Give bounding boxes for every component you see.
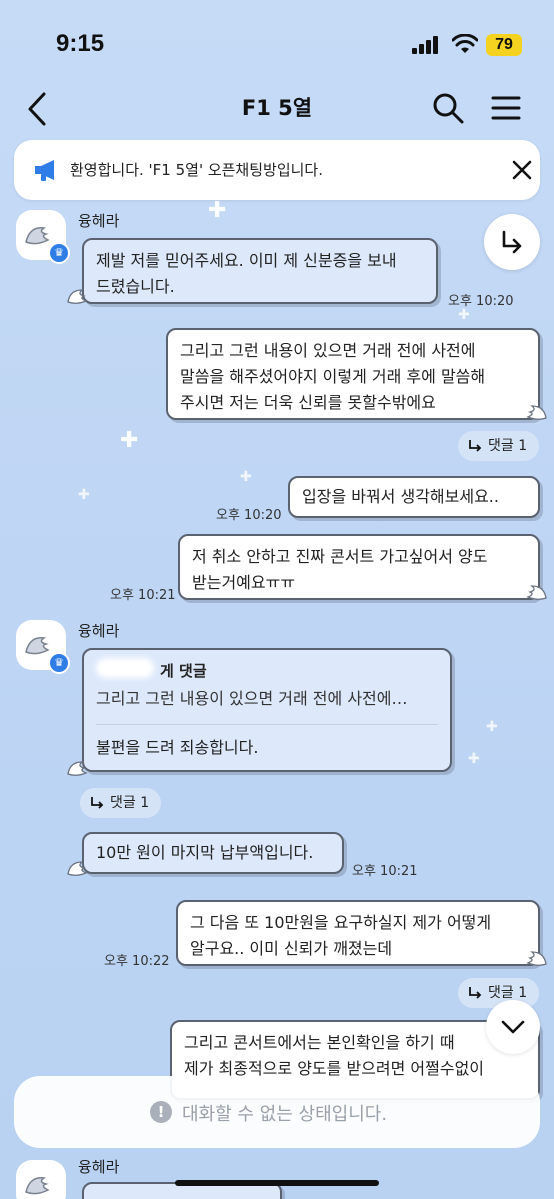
sender-name: 융헤라 bbox=[78, 1158, 120, 1176]
reply-count: 댓글 1 bbox=[110, 795, 150, 811]
reply-arrow-icon bbox=[469, 987, 482, 999]
message-bubble[interactable]: 10만 원이 마지막 납부액입니다. bbox=[82, 832, 344, 874]
forward-arrow-icon bbox=[502, 230, 522, 254]
sparkle-decoration: ✚ bbox=[240, 469, 252, 485]
reply-arrow-icon bbox=[91, 797, 104, 809]
sender-name: 융헤라 bbox=[78, 622, 120, 640]
crown-badge-icon: ♛ bbox=[48, 652, 70, 674]
sparkle-decoration: ✚ bbox=[208, 198, 227, 223]
message-bubble[interactable]: 게 댓글 그리고 그런 내용이 있으면 거래 전에 사전에… 불편을 드려 죄송… bbox=[82, 648, 452, 772]
reply-count-chip[interactable]: 댓글 1 bbox=[80, 788, 162, 818]
chat-disabled-bar: ! 대화할 수 없는 상태입니다. bbox=[14, 1076, 540, 1148]
disabled-message: 대화할 수 없는 상태입니다. bbox=[182, 1104, 388, 1125]
message-text: 그리고 그런 내용이 있으면 거래 전에 사전에 bbox=[180, 341, 476, 360]
notice-banner[interactable]: 환영합니다. 'F1 5열' 오픈채팅방입니다. bbox=[14, 140, 540, 200]
reply-count: 댓글 1 bbox=[488, 438, 528, 454]
home-indicator bbox=[175, 1180, 379, 1186]
avatar[interactable]: ♛ bbox=[16, 620, 70, 674]
quote-divider bbox=[96, 724, 438, 725]
status-time: 9:15 bbox=[56, 30, 105, 57]
message-text: 알구요.. 이미 신뢰가 깨졌는데 bbox=[190, 939, 393, 958]
message-time: 오후 10:21 bbox=[110, 588, 176, 603]
wing-decoration-icon bbox=[526, 585, 547, 600]
sparkle-decoration: ✚ bbox=[458, 307, 470, 323]
reply-count-chip[interactable]: 댓글 1 bbox=[458, 431, 540, 461]
message-time: 오후 10:20 bbox=[448, 294, 514, 309]
message-text: 받는거예요ㅠㅠ bbox=[192, 573, 296, 592]
menu-icon[interactable] bbox=[490, 94, 522, 122]
message-text: 제발 저를 믿어주세요. 이미 제 신분증을 보내 bbox=[96, 251, 397, 270]
chat-screen: ✚ ✚ ✚ ✚ ✚ ✚ ✚ 9:15 79 F1 5열 환영합니다. 'F1 5… bbox=[0, 0, 554, 1199]
notice-text: 환영합니다. 'F1 5열' 오픈채팅방입니다. bbox=[70, 161, 324, 179]
wifi-icon bbox=[452, 34, 478, 53]
wing-decoration-icon bbox=[67, 861, 88, 876]
close-icon[interactable] bbox=[510, 158, 534, 182]
sparkle-decoration: ✚ bbox=[486, 719, 498, 735]
share-button[interactable] bbox=[484, 214, 540, 270]
message-bubble[interactable]: 입장을 바꿔서 생각해보세요.. bbox=[288, 476, 540, 518]
status-bar: 9:15 79 bbox=[0, 0, 554, 90]
message-bubble[interactable]: 제발 저를 믿어주세요. 이미 제 신분증을 보내 드렸습니다. bbox=[82, 238, 438, 304]
message-text: 그 다음 또 10만원을 요구하실지 제가 어떻게 bbox=[190, 913, 492, 932]
wing-decoration-icon bbox=[526, 951, 547, 966]
message-text: 말씀을 해주셨어야지 이렇게 거래 후에 말씀해 bbox=[180, 367, 486, 386]
chat-header: F1 5열 bbox=[0, 84, 554, 134]
wing-decoration-icon bbox=[526, 405, 547, 420]
message-bubble[interactable]: 그 다음 또 10만원을 요구하실지 제가 어떻게 알구요.. 이미 신뢰가 깨… bbox=[176, 900, 540, 966]
signal-icon bbox=[412, 36, 442, 54]
message-bubble[interactable]: 그리고 그런 내용이 있으면 거래 전에 사전에 말씀을 해주셨어야지 이렇게 … bbox=[166, 328, 540, 420]
megaphone-icon bbox=[35, 160, 54, 181]
chevron-down-icon bbox=[501, 1020, 525, 1034]
wing-decoration-icon bbox=[67, 761, 88, 776]
sender-name: 융헤라 bbox=[78, 212, 120, 230]
message-text: 불편을 드려 죄송합니다. bbox=[96, 738, 259, 757]
message-text: 그리고 콘서트에서는 본인확인을 하기 때 bbox=[184, 1033, 455, 1052]
message-text: 저 취소 안하고 진짜 콘서트 가고싶어서 양도 bbox=[192, 547, 488, 566]
avatar[interactable]: ♛ bbox=[16, 210, 70, 264]
message-time: 오후 10:20 bbox=[216, 508, 282, 523]
reply-count: 댓글 1 bbox=[488, 985, 528, 1001]
search-icon[interactable] bbox=[430, 90, 466, 126]
wing-decoration-icon bbox=[67, 289, 88, 304]
wing-icon bbox=[25, 1177, 50, 1195]
reply-arrow-icon bbox=[469, 440, 482, 452]
message-text: 입장을 바꿔서 생각해보세요.. bbox=[302, 487, 499, 506]
crown-badge-icon: ♛ bbox=[48, 242, 70, 264]
avatar[interactable] bbox=[16, 1160, 66, 1199]
sparkle-decoration: ✚ bbox=[78, 487, 90, 503]
message-time: 오후 10:22 bbox=[104, 954, 170, 969]
message-text: 드렸습니다. bbox=[96, 277, 175, 296]
quote-header: 게 댓글 bbox=[96, 658, 438, 684]
message-text: 10만 원이 마지막 납부액입니다. bbox=[96, 843, 314, 862]
sparkle-decoration: ✚ bbox=[120, 428, 139, 453]
message-time: 오후 10:21 bbox=[352, 864, 418, 879]
sparkle-decoration: ✚ bbox=[468, 751, 480, 767]
blurred-name bbox=[96, 658, 154, 678]
chat-title: F1 5열 bbox=[241, 96, 313, 120]
info-icon: ! bbox=[150, 1101, 172, 1123]
quote-header-text: 게 댓글 bbox=[160, 662, 207, 680]
quoted-text: 그리고 그런 내용이 있으면 거래 전에 사전에… bbox=[96, 689, 408, 708]
scroll-down-button[interactable] bbox=[486, 1000, 540, 1054]
message-text: 주시면 저는 더욱 신뢰를 못할수밖에요 bbox=[180, 393, 436, 412]
message-bubble[interactable]: 저 취소 안하고 진짜 콘서트 가고싶어서 양도 받는거예요ㅠㅠ bbox=[178, 534, 540, 600]
battery-icon: 79 bbox=[486, 34, 522, 56]
